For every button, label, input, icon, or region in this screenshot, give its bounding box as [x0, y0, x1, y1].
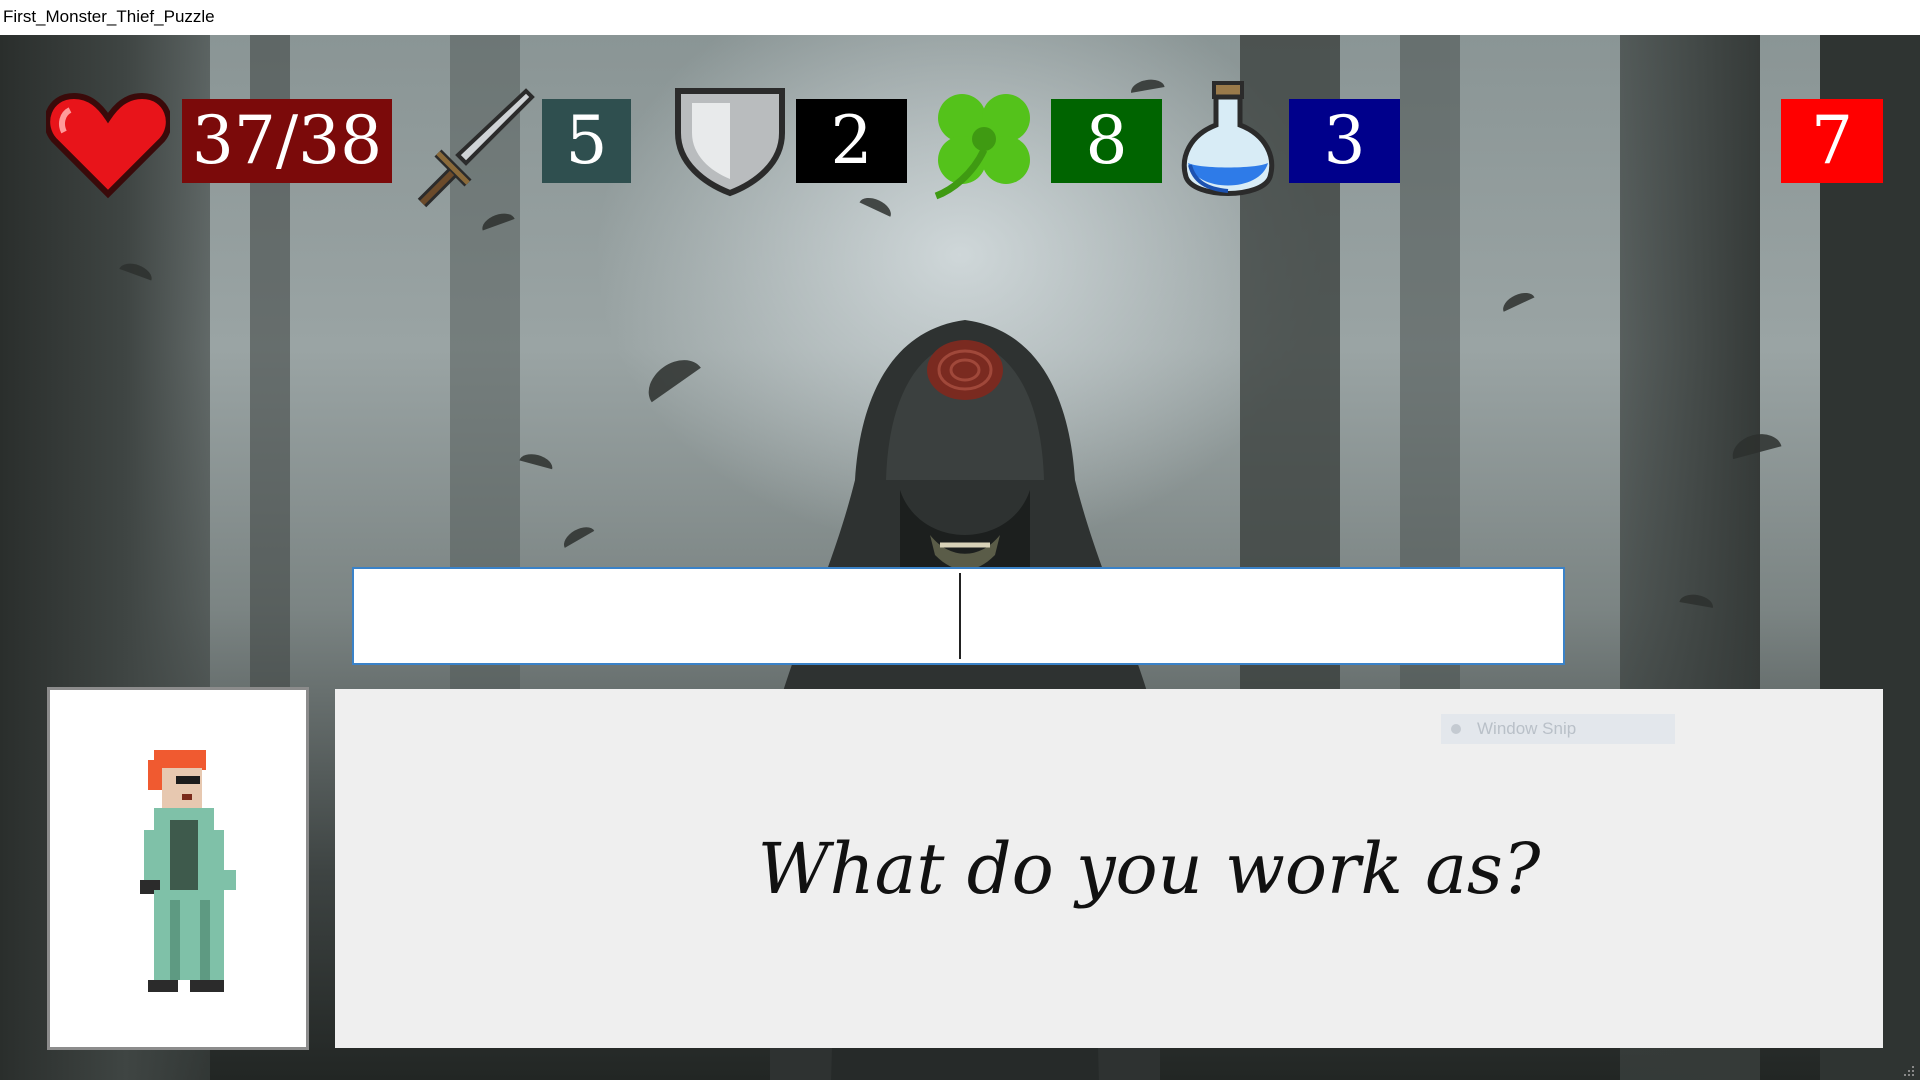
- snip-dot-icon: [1451, 724, 1461, 734]
- bird-silhouette: [519, 450, 555, 470]
- counter-value-text: 7: [1811, 102, 1853, 179]
- bird-silhouette: [639, 349, 701, 403]
- resize-grip-icon[interactable]: [1902, 1066, 1916, 1078]
- bird-silhouette: [859, 193, 895, 217]
- window-snip-label: Window Snip: [1477, 719, 1577, 738]
- luck-value-text: 8: [1085, 102, 1128, 179]
- attack-value: 5: [542, 99, 631, 183]
- answer-input[interactable]: [352, 567, 1565, 665]
- clover-icon: [934, 94, 1030, 200]
- window-snip-overlay[interactable]: Window Snip: [1441, 714, 1675, 744]
- defense-value: 2: [796, 99, 907, 183]
- title-bar: First_Monster_Thief_Puzzle: [0, 0, 1920, 35]
- attack-value-text: 5: [565, 102, 608, 179]
- sword-icon: [417, 88, 535, 208]
- bird-silhouette: [559, 522, 595, 548]
- bird-silhouette: [1499, 288, 1535, 312]
- luck-value: 8: [1051, 99, 1162, 183]
- potion-value: 3: [1289, 99, 1400, 183]
- potion-value-text: 3: [1323, 102, 1366, 179]
- dialogue-panel: What do you work as? Window Snip: [335, 689, 1883, 1048]
- counter-value: 7: [1781, 99, 1883, 183]
- red-haired-character-sprite: [140, 750, 236, 992]
- potion-icon: [1181, 81, 1275, 196]
- health-value: 37/38: [182, 99, 392, 183]
- character-portrait: [47, 687, 309, 1050]
- health-value-text: 37/38: [191, 102, 383, 179]
- defense-value-text: 2: [830, 102, 873, 179]
- text-caret: [959, 573, 961, 659]
- bird-silhouette: [1129, 77, 1165, 93]
- window-title: First_Monster_Thief_Puzzle: [3, 7, 215, 26]
- shield-icon: [675, 88, 785, 197]
- heart-icon: [46, 92, 170, 199]
